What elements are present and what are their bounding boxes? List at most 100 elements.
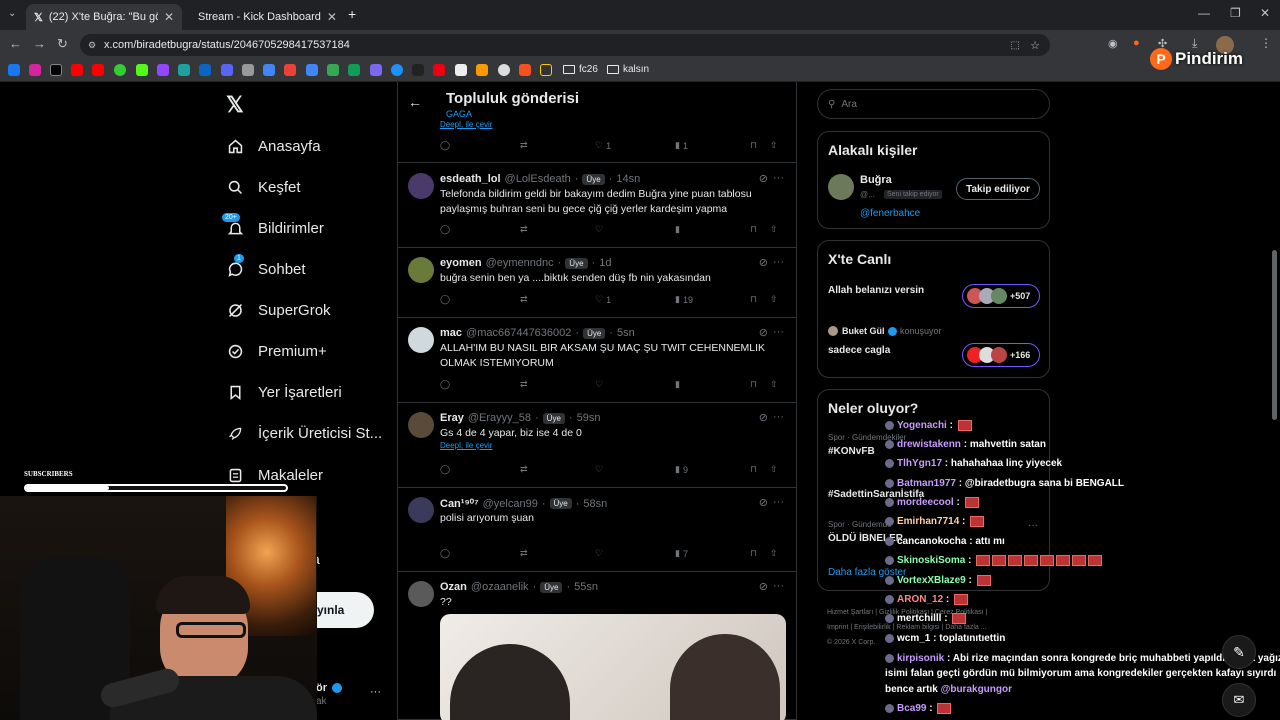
share-icon[interactable]: ⇧ (770, 224, 778, 235)
like-button[interactable]: ♡ 1 (595, 294, 611, 305)
close-tab-icon[interactable]: ✕ (164, 10, 174, 24)
nav-premium[interactable]: Premium+ (226, 342, 327, 360)
bookmark-folder-fc26[interactable]: fc26 (563, 64, 598, 75)
reply-icon[interactable]: ◯ (440, 548, 450, 559)
repost-icon[interactable]: ⇄ (520, 294, 528, 305)
chat-username[interactable]: Bca99 (897, 703, 926, 714)
extension-icon[interactable]: ◉ (1108, 37, 1118, 50)
tab-kick-dashboard[interactable]: Stream - Kick Dashboard ✕ (184, 4, 340, 30)
share-icon[interactable]: ⇧ (770, 464, 778, 475)
following-button[interactable]: Takip ediliyor (956, 178, 1040, 200)
bookmark-icon[interactable] (412, 64, 424, 76)
minimize-icon[interactable]: — (1198, 6, 1210, 20)
reply-icon[interactable]: ◯ (440, 379, 450, 390)
views-button[interactable]: ▮ (675, 379, 683, 390)
post-time[interactable]: 14sn (616, 173, 640, 185)
avatar[interactable] (408, 173, 434, 199)
repost-icon[interactable]: ⇄ (520, 548, 528, 559)
post-item[interactable]: mac @mac667447636002 · Üye · 5sn ⊘ ··· ALL… (398, 318, 796, 403)
footer-link[interactable]: Imprint (827, 624, 848, 631)
reply-icon[interactable]: ◯ (440, 294, 450, 305)
gmail-bookmark-icon[interactable] (284, 64, 296, 76)
chat-username[interactable]: VortexXBlaze9 (897, 575, 966, 586)
share-icon[interactable]: ⇧ (770, 140, 778, 151)
person-name[interactable]: Buğra (860, 174, 892, 186)
compose-post-button[interactable]: ✎ (1222, 635, 1256, 669)
share-icon[interactable]: ⇧ (770, 548, 778, 559)
youtube-bookmark-icon[interactable] (92, 64, 104, 76)
facebook-bookmark-icon[interactable] (8, 64, 20, 76)
live-title[interactable]: Allah belanızı versin (828, 285, 924, 296)
bookmark-icon[interactable]: ⊓ (750, 140, 757, 151)
avatar[interactable] (408, 257, 434, 283)
bookmark-icon[interactable]: ⊓ (750, 464, 757, 475)
avatar[interactable] (408, 327, 434, 353)
profile-switcher[interactable]: ör ak ··· (312, 682, 392, 712)
bookmark-icon[interactable] (476, 64, 488, 76)
author-name[interactable]: Eray (440, 412, 464, 424)
chat-username[interactable]: Yogenachi (897, 420, 947, 431)
messages-button[interactable]: ✉ (1222, 683, 1256, 717)
bookmark-icon[interactable]: ⊓ (750, 548, 757, 559)
instagram-bookmark-icon[interactable] (29, 64, 41, 76)
chat-username[interactable]: ARON_12 (897, 594, 943, 605)
person-bio[interactable]: @fenerbahce (860, 208, 920, 219)
forward-icon[interactable]: → (33, 36, 46, 51)
post-time[interactable]: 58sn (583, 498, 607, 510)
repost-icon[interactable]: ⇄ (520, 379, 528, 390)
page-scrollbar[interactable] (1272, 250, 1277, 420)
bookmark-icon[interactable] (391, 64, 403, 76)
nav-home[interactable]: Anasayfa (226, 137, 321, 155)
grok-icon[interactable]: ⊘ (759, 496, 768, 509)
more-icon[interactable]: ··· (1028, 520, 1038, 531)
share-icon[interactable]: ⇧ (770, 294, 778, 305)
post-item[interactable]: eyomen @eymenndnc · Üye · 1d ⊘ ··· buğra s… (398, 248, 796, 318)
chat-username[interactable]: Emirhan7714 (897, 516, 959, 527)
author-name[interactable]: Can¹⁹⁰⁷ (440, 497, 479, 510)
more-icon[interactable]: ··· (773, 256, 784, 268)
views-button[interactable]: ▮ 1 (675, 140, 688, 151)
bookmark-icon[interactable]: ⊓ (750, 294, 757, 305)
x-bookmark-icon[interactable] (50, 64, 62, 76)
chat-username[interactable]: mordeecool (897, 497, 954, 508)
star-icon[interactable]: ☆ (1030, 39, 1040, 52)
nav-supergrok[interactable]: SuperGrok (226, 301, 331, 319)
avatar[interactable] (408, 497, 434, 523)
back-icon[interactable]: ← (9, 36, 22, 51)
chat-username[interactable]: kirpisonik (897, 653, 944, 664)
reply-icon[interactable]: ◯ (440, 140, 450, 151)
chat-username[interactable]: wcm_1 (897, 633, 930, 644)
post-item[interactable]: esdeath_lol @LolEsdeath · Üye · 14sn ⊘ ··… (398, 164, 796, 248)
back-arrow-icon[interactable]: ← (408, 94, 422, 110)
footer-link[interactable]: Erişilebilirlik (854, 624, 891, 631)
bookmark-icon[interactable] (519, 64, 531, 76)
nav-explore[interactable]: Keşfet (226, 178, 301, 196)
chat-username[interactable]: mertchilll (897, 613, 941, 624)
more-icon[interactable]: ··· (370, 686, 381, 698)
post-time[interactable]: 59sn (577, 412, 601, 424)
url-input[interactable]: ⚙ x.com/biradetbugra/status/204670529841… (80, 34, 1050, 56)
more-icon[interactable]: ··· (773, 326, 784, 338)
like-button[interactable]: ♡ (595, 224, 606, 235)
footer-link[interactable]: Reklam bilgisi (896, 624, 939, 631)
reload-icon[interactable]: ↻ (57, 36, 68, 52)
share-icon[interactable]: ⇧ (770, 379, 778, 390)
install-icon[interactable]: ⬚ (1011, 40, 1020, 51)
tab-x-post[interactable]: 𝕏 (22) X'te Buğra: "Bu görseldeki ✕ (26, 4, 182, 30)
bookmark-icon[interactable] (455, 64, 467, 76)
chat-username[interactable]: cancanokocha (897, 536, 966, 547)
more-icon[interactable]: ··· (773, 580, 784, 592)
reply-icon[interactable]: ◯ (440, 464, 450, 475)
avatar[interactable] (828, 174, 854, 200)
close-window-icon[interactable]: ✕ (1260, 6, 1270, 20)
grok-icon[interactable]: ⊘ (759, 580, 768, 593)
avatar[interactable] (408, 581, 434, 607)
footer-link[interactable]: Hizmet Şartları (827, 609, 873, 616)
chat-username[interactable]: TlhYgn17 (897, 458, 942, 469)
post-time[interactable]: 1d (599, 257, 611, 269)
post-time[interactable]: 55sn (574, 581, 598, 593)
drive-bookmark-icon[interactable] (327, 64, 339, 76)
sheets-bookmark-icon[interactable] (348, 64, 360, 76)
repost-icon[interactable]: ⇄ (520, 224, 528, 235)
post-time[interactable]: 5sn (617, 327, 635, 339)
